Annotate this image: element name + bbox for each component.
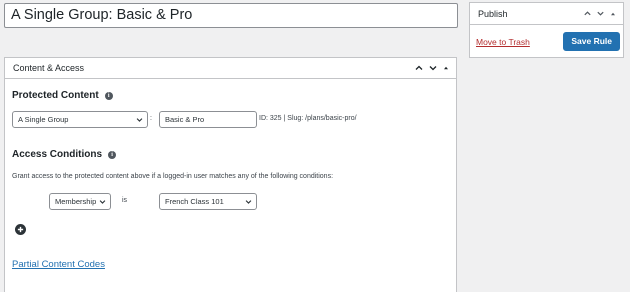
post-title-input[interactable]: A Single Group: Basic & Pro [4, 3, 458, 28]
partial-content-codes-link[interactable]: Partial Content Codes [12, 259, 105, 270]
move-up-icon[interactable] [414, 63, 424, 73]
chevron-down-icon [136, 118, 143, 122]
condition-field-select[interactable]: Membership [49, 193, 111, 210]
protected-type-value: A Single Group [18, 115, 69, 124]
publish-box-header: Publish [470, 3, 623, 25]
field-separator: : [150, 115, 152, 122]
protected-type-select[interactable]: A Single Group [12, 111, 148, 128]
save-rule-button[interactable]: Save Rule [563, 32, 620, 51]
chevron-down-icon [99, 200, 106, 204]
move-down-icon[interactable] [596, 9, 605, 18]
add-condition-button[interactable] [15, 224, 26, 235]
conditions-description: Grant access to the protected content ab… [12, 173, 334, 180]
publish-actions: Move to Trash Save Rule [470, 25, 623, 58]
info-icon[interactable]: i [108, 150, 117, 159]
condition-operator: is [122, 197, 128, 204]
content-access-header: Content & Access [5, 58, 456, 79]
chevron-down-icon [245, 200, 252, 204]
publish-box-title: Publish [478, 8, 508, 19]
protected-content-label: Protected Content [12, 90, 99, 101]
collapse-icon[interactable] [609, 10, 617, 18]
protected-group-field[interactable]: Basic & Pro [159, 111, 257, 128]
content-access-box: Content & Access Protected Content i A S… [4, 57, 457, 292]
condition-value-select[interactable]: French Class 101 [159, 193, 257, 210]
collapse-icon[interactable] [442, 64, 450, 72]
plus-icon [17, 226, 24, 233]
move-to-trash-link[interactable]: Move to Trash [476, 37, 530, 47]
publish-box: Publish Move to Trash Save Rule [469, 2, 624, 58]
condition-value: French Class 101 [165, 197, 224, 206]
move-down-icon[interactable] [428, 63, 438, 73]
protected-content-heading: Protected Content i [12, 90, 113, 101]
content-meta-text: ID: 325 | Slug: /plans/basic-pro/ [259, 115, 357, 122]
access-conditions-label: Access Conditions [12, 149, 103, 160]
content-access-title: Content & Access [13, 63, 85, 73]
move-up-icon[interactable] [583, 9, 592, 18]
info-icon[interactable]: i [104, 91, 113, 100]
access-conditions-heading: Access Conditions i [12, 149, 117, 160]
condition-field-value: Membership [55, 197, 97, 206]
